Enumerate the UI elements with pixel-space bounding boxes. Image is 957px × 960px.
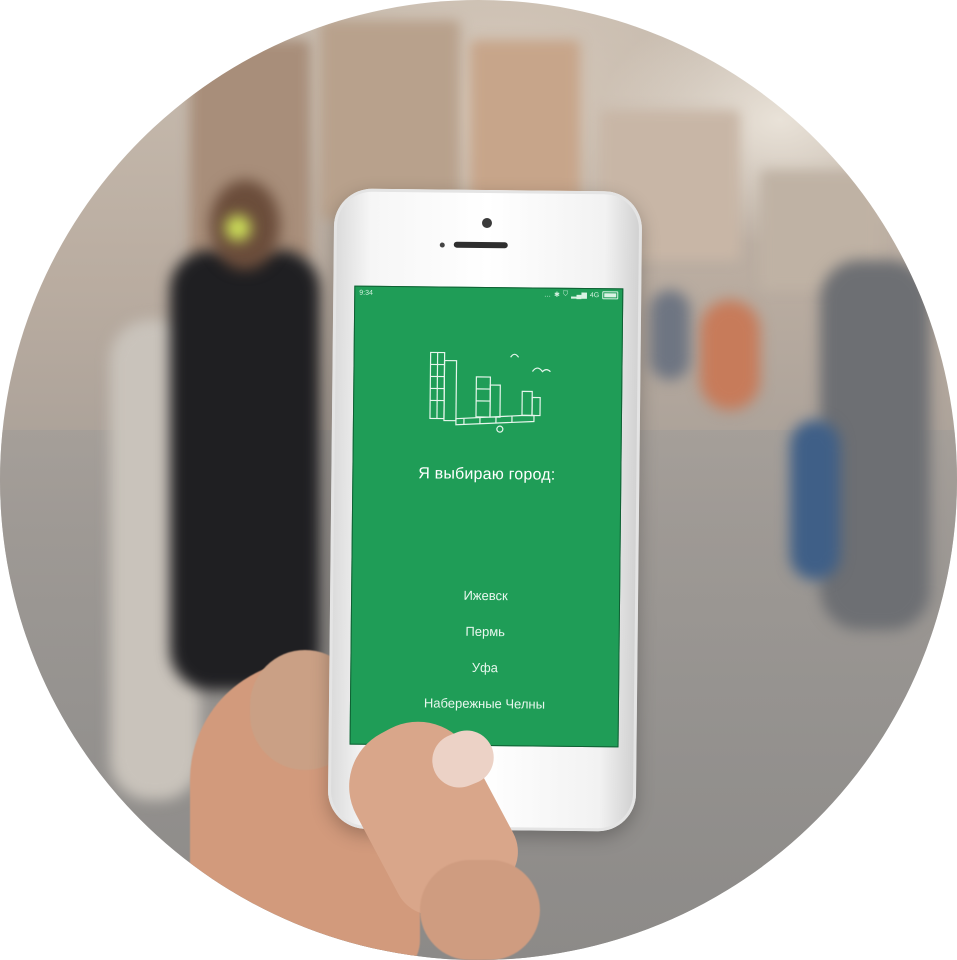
network-label: 4G [589, 291, 600, 299]
person-blur [650, 290, 690, 380]
person-blur [790, 420, 840, 580]
earpiece-speaker [453, 241, 508, 249]
city-option-perm[interactable]: Пермь [465, 614, 505, 650]
status-bar: 9:34 … ✱ ⛉ ▂▄▆ 4G [355, 287, 622, 304]
more-dots-icon: … [544, 291, 552, 299]
person-blur [700, 300, 760, 410]
front-camera-icon [481, 217, 493, 229]
bluetooth-icon: ✱ [554, 291, 560, 299]
person-blur [225, 215, 251, 241]
city-option-ufa[interactable]: Уфа [472, 650, 499, 686]
app-screen: 9:34 … ✱ ⛉ ▂▄▆ 4G Я выбираю город: Ижевс… [349, 285, 624, 748]
city-illustration-icon [429, 351, 551, 433]
signal-icon: ▂▄▆ [571, 291, 587, 300]
person-blur [170, 250, 320, 690]
city-list: Ижевск Пермь Уфа Набережные Челны [351, 577, 619, 724]
choose-city-title: Я выбираю город: [418, 465, 556, 484]
status-icons: … ✱ ⛉ ▂▄▆ 4G [544, 290, 619, 300]
background-photo: 9:34 … ✱ ⛉ ▂▄▆ 4G Я выбираю город: Ижевс… [0, 0, 957, 960]
city-option-izhevsk[interactable]: Ижевск [463, 578, 508, 614]
status-time: 9:34 [359, 289, 373, 297]
shield-icon: ⛉ [562, 290, 569, 298]
smartphone: 9:34 … ✱ ⛉ ▂▄▆ 4G Я выбираю город: Ижевс… [327, 188, 643, 832]
hand-fingers [420, 860, 540, 960]
city-option-naberezhnye-chelny[interactable]: Набережные Челны [424, 685, 545, 722]
battery-icon [602, 291, 619, 300]
sensor-icon [439, 242, 445, 248]
